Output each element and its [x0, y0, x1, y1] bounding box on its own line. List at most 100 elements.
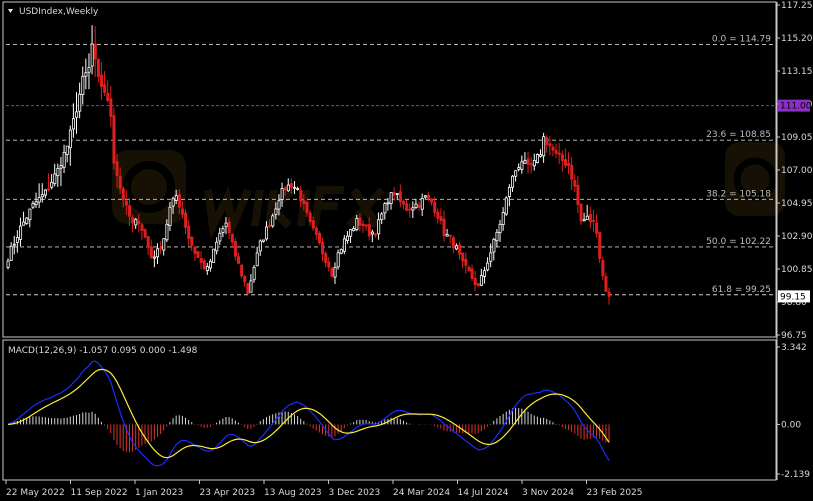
- candle-bull: [43, 189, 47, 196]
- candle-bull: [498, 223, 502, 234]
- candle-bull: [84, 72, 88, 77]
- candle-bear: [289, 183, 293, 188]
- candle-bear: [246, 283, 250, 294]
- candle-bear: [187, 225, 191, 240]
- candle-bull: [507, 187, 511, 197]
- candle-bear: [302, 200, 306, 205]
- x-tick-label: 14 Jul 2024: [458, 488, 509, 498]
- candle-bear: [607, 291, 611, 297]
- candle-bull: [56, 168, 60, 177]
- candle-bear: [305, 201, 309, 214]
- candle-bull: [224, 222, 228, 228]
- candle-bear: [180, 208, 184, 215]
- candle-bull: [455, 245, 459, 250]
- x-tick-label: 3 Dec 2023: [329, 488, 381, 498]
- candle-bull: [218, 232, 222, 242]
- candle-bear: [408, 208, 412, 211]
- candle-bear: [159, 247, 163, 250]
- candle-bull: [261, 239, 265, 242]
- y-tick-label: 113.15: [781, 67, 813, 77]
- candle-bull: [40, 194, 44, 198]
- candle-bear: [199, 258, 203, 263]
- candle-bull: [395, 193, 399, 195]
- candle-bear: [557, 152, 561, 155]
- candle-bear: [579, 203, 583, 222]
- candle-bear: [595, 222, 599, 234]
- candle-bear: [374, 233, 378, 236]
- x-tick-label: 13 Aug 2023: [264, 488, 322, 498]
- candle-bear: [604, 276, 608, 292]
- candle-bull: [495, 231, 499, 242]
- candle-bull: [523, 160, 527, 164]
- candle-bear: [467, 266, 471, 272]
- candle-bear: [240, 264, 244, 277]
- candle-bear: [398, 191, 402, 203]
- candle-bull: [511, 175, 515, 188]
- current-price-tag: 99.15: [780, 292, 806, 302]
- candle-bull: [53, 173, 57, 184]
- candle-bull: [168, 206, 172, 226]
- x-tick-label: 23 Feb 2025: [587, 488, 643, 498]
- candle-bull: [377, 219, 381, 235]
- candle-bear: [551, 146, 555, 151]
- candle-bull: [355, 218, 359, 231]
- candle-bear: [311, 220, 315, 229]
- candle-bear: [426, 194, 430, 199]
- candle-bear: [233, 241, 237, 257]
- candle-bull: [215, 241, 219, 252]
- candle-bear: [314, 227, 318, 235]
- candle-bear: [464, 258, 468, 266]
- candle-bear: [93, 43, 97, 60]
- candle-bear: [405, 203, 409, 211]
- candle-bear: [560, 154, 564, 161]
- candle-bear: [177, 194, 181, 208]
- macd-tick-label: -2.139: [781, 470, 810, 480]
- candle-bull: [489, 252, 493, 262]
- candle-bull: [255, 252, 259, 267]
- y-tick-label: 104.95: [781, 199, 813, 209]
- candle-bear: [193, 246, 197, 254]
- candle-bull: [25, 217, 29, 224]
- candle-bull: [542, 136, 546, 157]
- fib-level-label: 0.0 = 114.79: [712, 35, 771, 45]
- candle-bull: [336, 252, 340, 268]
- candle-bear: [128, 205, 132, 217]
- candle-bear: [47, 188, 51, 191]
- chart-title: USDIndex,Weekly: [19, 7, 99, 17]
- candle-bear: [358, 217, 362, 226]
- candle-bear: [564, 159, 568, 166]
- candle-bear: [588, 214, 592, 223]
- candle-bull: [296, 188, 300, 190]
- candle-bull: [90, 43, 94, 67]
- candle-bear: [327, 261, 331, 268]
- fib-level-label: 23.6 = 108.85: [706, 130, 771, 140]
- candle-bear: [392, 192, 396, 196]
- candle-bear: [137, 220, 141, 224]
- candle-bull: [274, 208, 278, 215]
- candle-bull: [286, 184, 290, 192]
- candle-bear: [433, 202, 437, 213]
- candle-bull: [31, 202, 35, 208]
- candle-bull: [483, 270, 487, 277]
- candle-bear: [576, 184, 580, 205]
- candle-bull: [414, 203, 418, 208]
- candle-bull: [22, 221, 26, 226]
- candle-bull: [205, 266, 209, 272]
- candle-bear: [283, 187, 287, 191]
- candle-bear: [361, 223, 365, 227]
- candle-bear: [473, 278, 477, 286]
- candle-bull: [258, 240, 262, 252]
- candle-bull: [342, 238, 346, 252]
- y-tick-label: 109.05: [781, 133, 813, 143]
- candle-bear: [402, 200, 406, 205]
- candle-bear: [202, 260, 206, 270]
- candle-bull: [6, 260, 10, 268]
- candle-bear: [100, 74, 104, 87]
- candle-bull: [12, 243, 16, 246]
- candle-bear: [476, 283, 480, 287]
- candle-bull: [50, 181, 54, 188]
- candle-bull: [249, 280, 253, 293]
- candle-bull: [479, 275, 483, 286]
- candle-bull: [539, 154, 543, 157]
- candle-bull: [152, 256, 156, 259]
